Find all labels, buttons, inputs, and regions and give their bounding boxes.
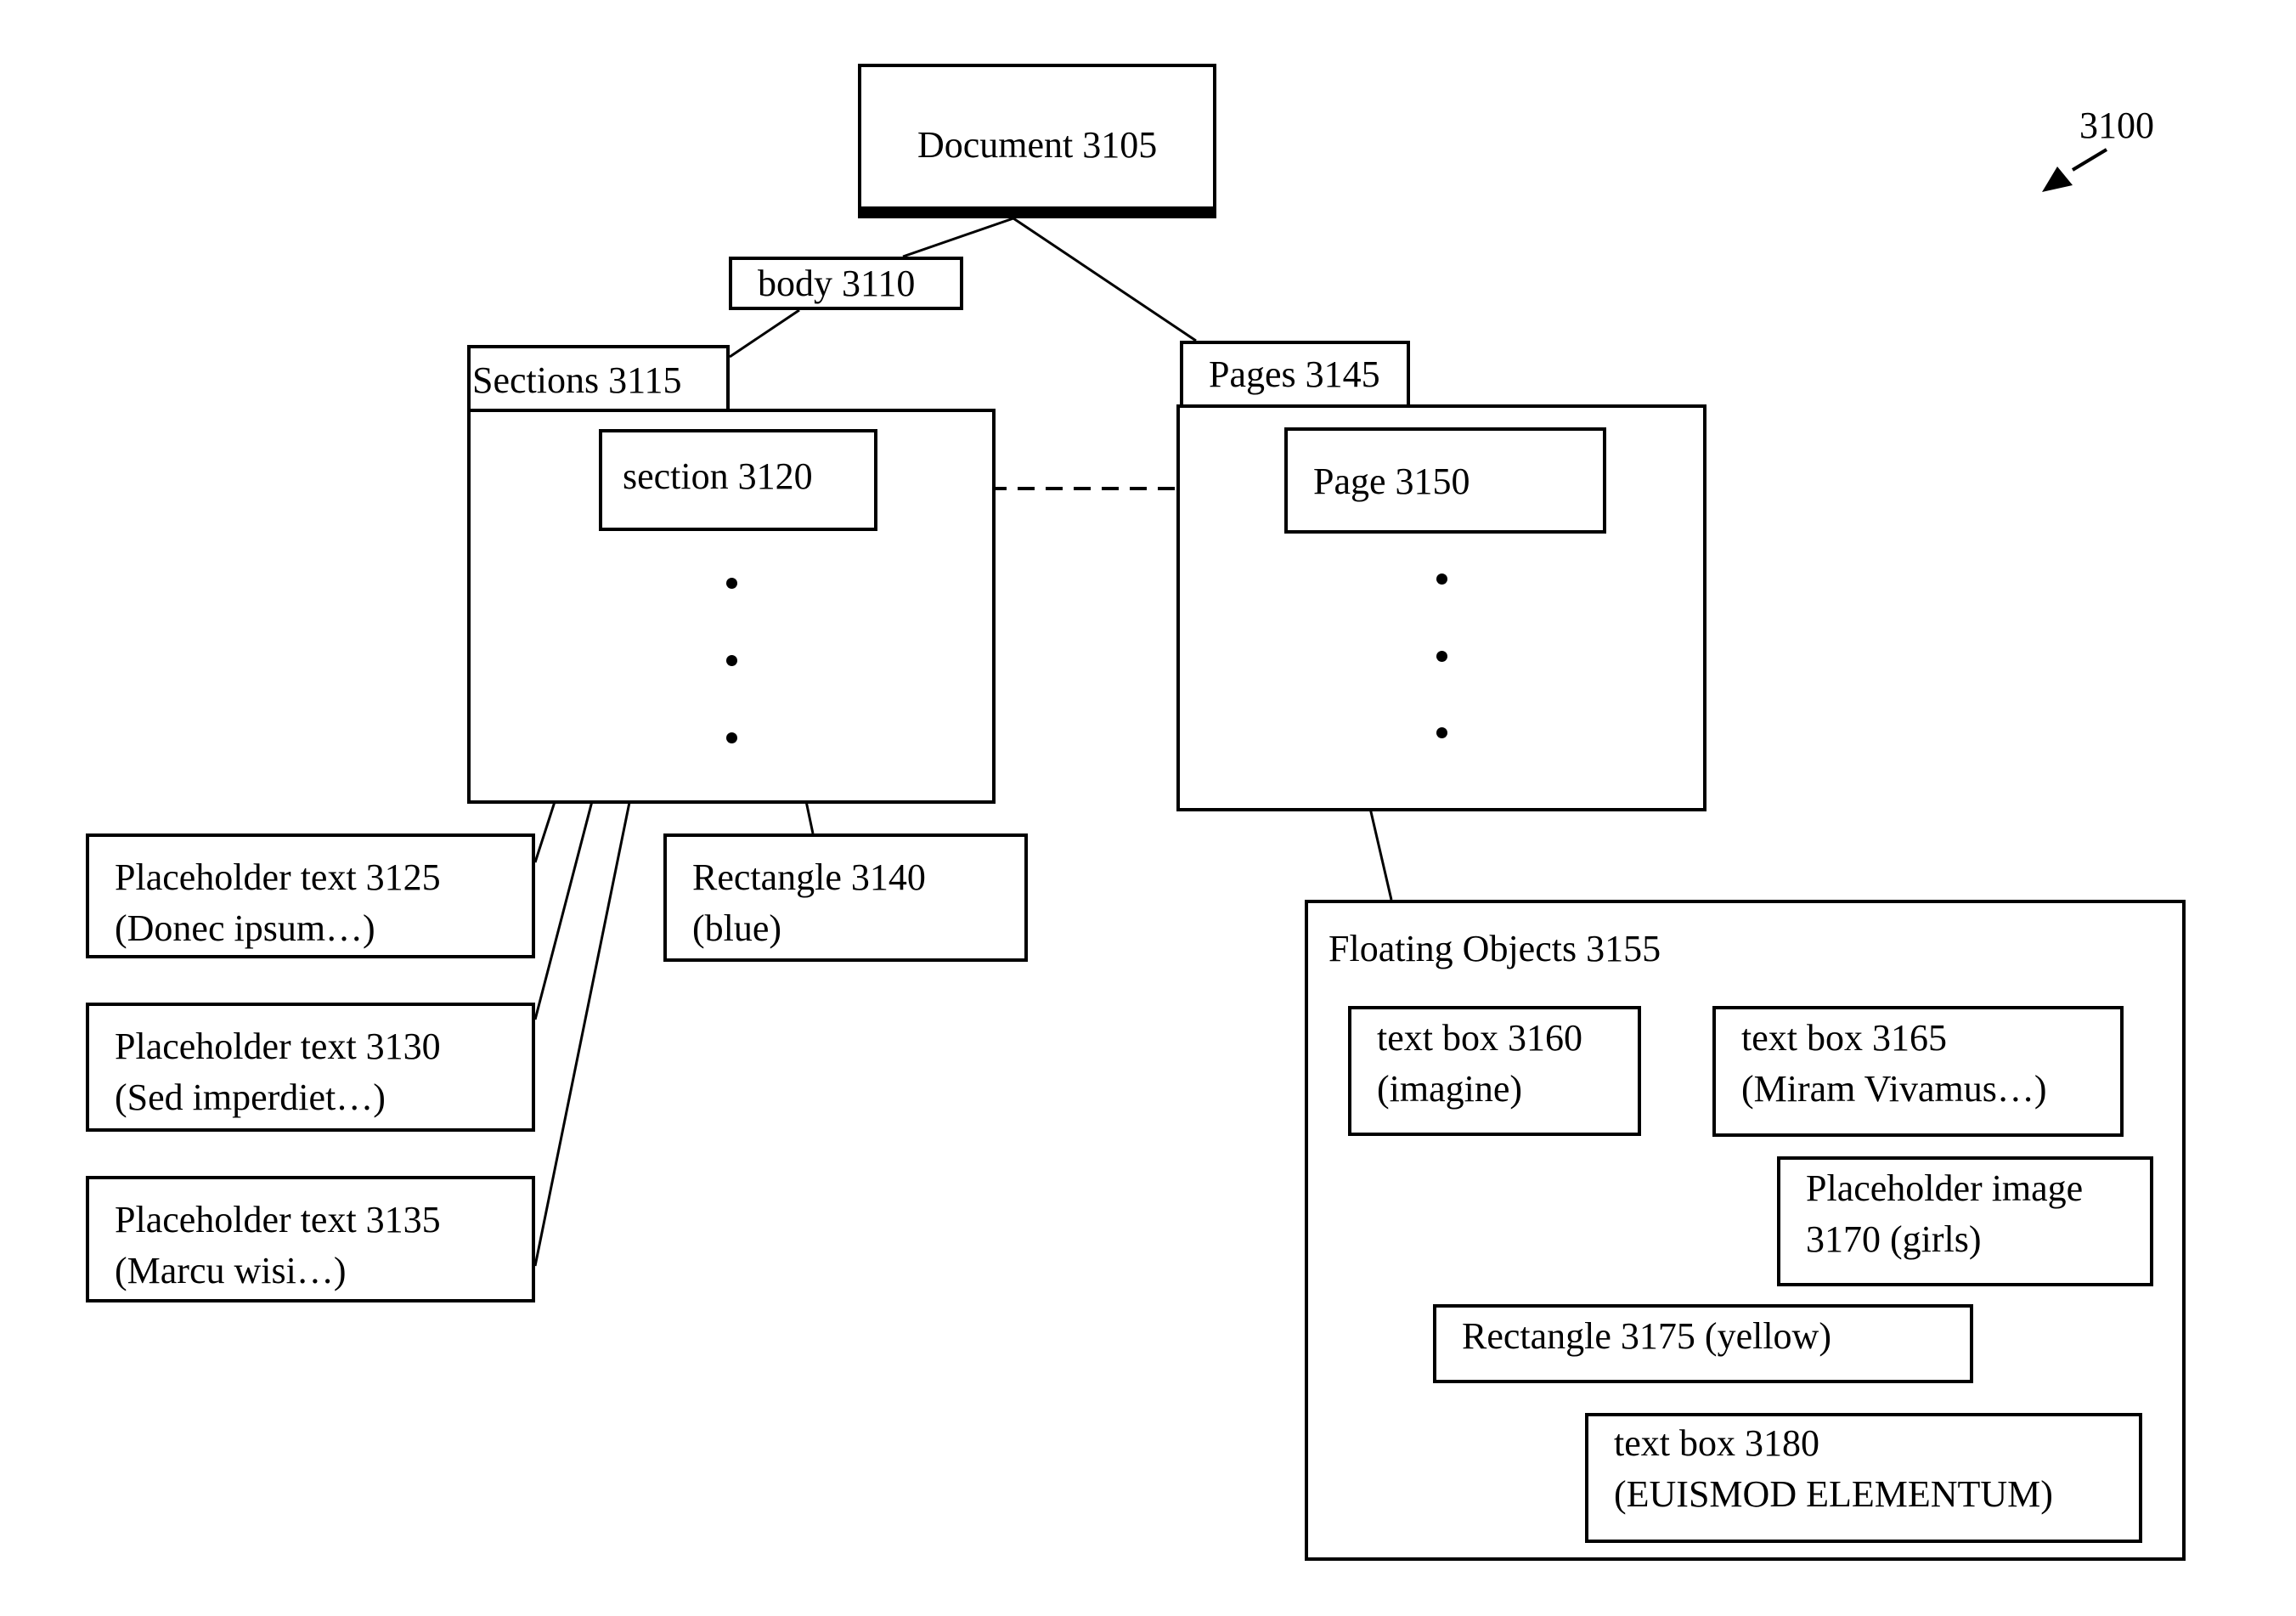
node-body: body 3110 bbox=[729, 257, 963, 310]
tb3165-line1: text box 3165 bbox=[1741, 1017, 1947, 1059]
edge-document-body bbox=[902, 217, 1014, 258]
ph3130-line1: Placeholder text 3130 bbox=[115, 1026, 441, 1067]
pages-label: Pages 3145 bbox=[1209, 353, 1380, 395]
ellipsis-dot bbox=[1436, 727, 1447, 738]
edge-document-pages bbox=[1013, 217, 1197, 342]
node-body-label: body 3110 bbox=[758, 263, 916, 304]
img3170-line2: 3170 (girls) bbox=[1806, 1218, 1982, 1260]
rect3175-label: Rectangle 3175 (yellow) bbox=[1462, 1315, 1831, 1357]
rect3140-line2: (blue) bbox=[692, 907, 782, 949]
ref-arrow-head bbox=[2042, 167, 2073, 192]
node-document-label: Document 3105 bbox=[917, 124, 1158, 166]
ref-arrow-shaft bbox=[2071, 148, 2108, 172]
node-tb3180: text box 3180 (EUISMOD ELEMENTUM) bbox=[1585, 1413, 2142, 1543]
node-ph3125: Placeholder text 3125 (Donec ipsum…) bbox=[86, 833, 535, 958]
ellipsis-dot bbox=[726, 578, 737, 589]
node-page-label: Page 3150 bbox=[1313, 461, 1470, 502]
sections-label: Sections 3115 bbox=[472, 359, 682, 401]
ph3135-line1: Placeholder text 3135 bbox=[115, 1199, 441, 1240]
node-tb3160: text box 3160 (imagine) bbox=[1348, 1006, 1641, 1136]
ph3125-line2: (Donec ipsum…) bbox=[115, 907, 375, 949]
sections-tab: Sections 3115 bbox=[467, 345, 730, 412]
node-tb3165: text box 3165 (Miram Vivamus…) bbox=[1712, 1006, 2124, 1137]
node-page: Page 3150 bbox=[1284, 427, 1606, 534]
node-ph3135: Placeholder text 3135 (Marcu wisi…) bbox=[86, 1176, 535, 1302]
node-rect3140: Rectangle 3140 (blue) bbox=[663, 833, 1028, 962]
ph3125-line1: Placeholder text 3125 bbox=[115, 856, 441, 898]
ellipsis-dot bbox=[726, 655, 737, 666]
floating-objects-label: Floating Objects 3155 bbox=[1329, 928, 1661, 969]
diagram-canvas: 3100 Document 3105 body 3110 Sections 31… bbox=[0, 0, 2296, 1616]
node-rect3175: Rectangle 3175 (yellow) bbox=[1433, 1304, 1973, 1383]
tb3160-line1: text box 3160 bbox=[1377, 1017, 1582, 1059]
node-img3170: Placeholder image 3170 (girls) bbox=[1777, 1156, 2153, 1286]
tb3180-line1: text box 3180 bbox=[1614, 1422, 1819, 1464]
node-section: section 3120 bbox=[599, 429, 877, 531]
node-document: Document 3105 bbox=[858, 64, 1216, 218]
img3170-line1: Placeholder image bbox=[1806, 1167, 2084, 1209]
node-section-label: section 3120 bbox=[623, 455, 813, 497]
ph3135-line2: (Marcu wisi…) bbox=[115, 1250, 347, 1291]
node-ph3130: Placeholder text 3130 (Sed imperdiet…) bbox=[86, 1003, 535, 1132]
pages-tab: Pages 3145 bbox=[1180, 341, 1410, 408]
edge-body-sections bbox=[729, 308, 800, 359]
tb3180-line2: (EUISMOD ELEMENTUM) bbox=[1614, 1473, 2053, 1515]
tb3160-line2: (imagine) bbox=[1377, 1068, 1523, 1110]
ellipsis-dot bbox=[1436, 651, 1447, 662]
tb3165-line2: (Miram Vivamus…) bbox=[1741, 1068, 2047, 1110]
figure-ref-label: 3100 bbox=[2079, 105, 2154, 146]
rect3140-line1: Rectangle 3140 bbox=[692, 856, 926, 898]
ellipsis-dot bbox=[726, 732, 737, 743]
ellipsis-dot bbox=[1436, 574, 1447, 585]
ph3130-line2: (Sed imperdiet…) bbox=[115, 1076, 386, 1118]
